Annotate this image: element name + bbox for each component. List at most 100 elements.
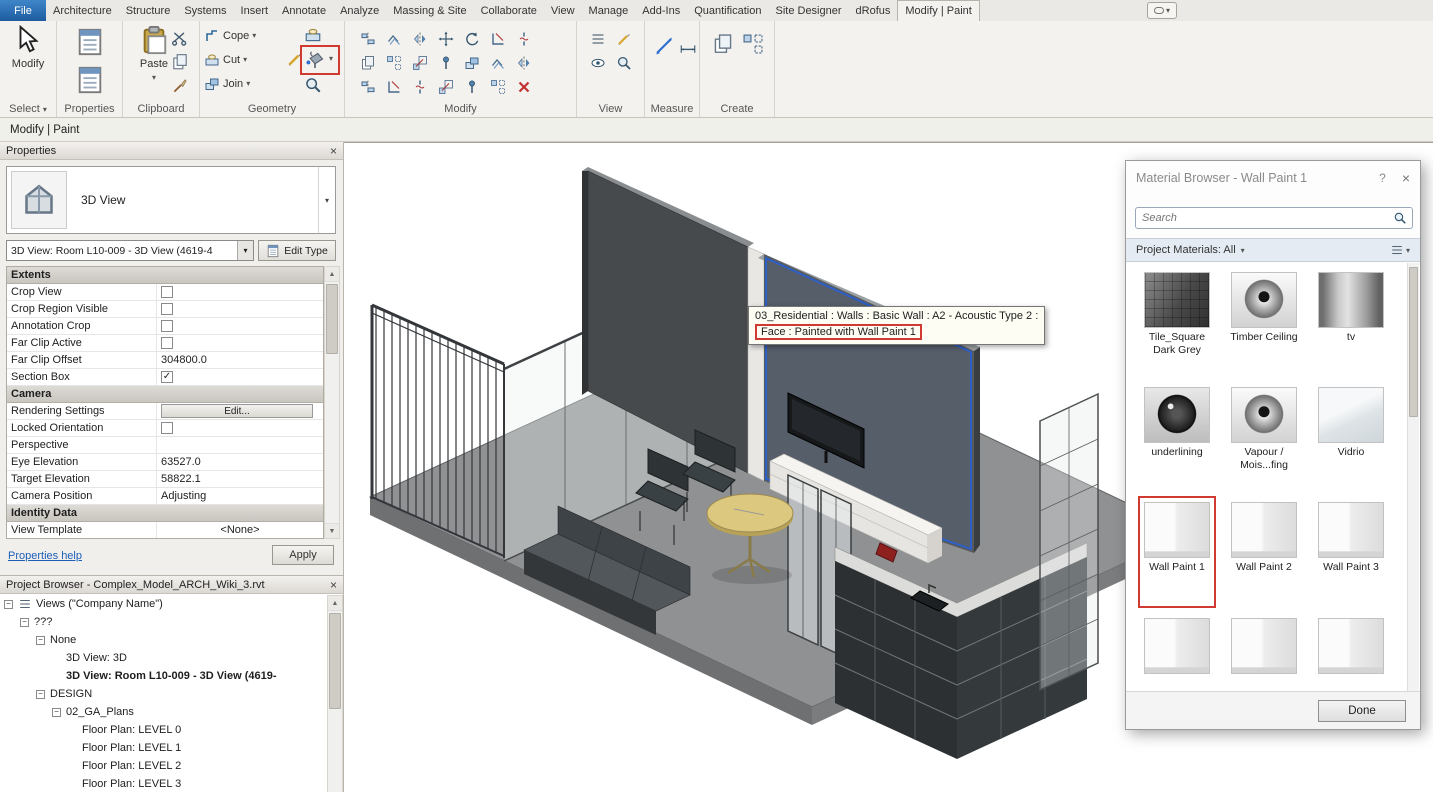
eye-elevation-value[interactable]: 63527.0 — [157, 454, 323, 470]
material-item[interactable] — [1229, 618, 1299, 677]
target-elevation-value[interactable]: 58822.1 — [157, 471, 323, 487]
align-icon[interactable] — [360, 31, 376, 47]
cut-geometry-button[interactable]: Cut ▾ — [204, 50, 247, 69]
close-icon[interactable]: × — [1402, 170, 1410, 186]
far-clip-offset-value[interactable]: 304800.0 — [157, 352, 323, 368]
material-item[interactable]: Timber Ceiling — [1229, 272, 1299, 344]
scrollbar-thumb[interactable] — [326, 284, 338, 354]
scroll-up-icon[interactable]: ▲ — [328, 596, 342, 611]
panel-label-create[interactable]: Create — [700, 103, 774, 115]
copy-tool-icon[interactable] — [360, 55, 376, 71]
search-input[interactable] — [1142, 212, 1393, 224]
collapse-icon[interactable]: − — [36, 690, 45, 699]
annotation-crop-checkbox[interactable] — [161, 320, 173, 332]
panel-label-geometry[interactable]: Geometry — [200, 103, 344, 115]
tab-analyze[interactable]: Analyze — [333, 0, 386, 21]
section-box-checkbox[interactable]: ✓ — [161, 371, 173, 383]
material-item[interactable]: Tile_Square Dark Grey — [1142, 272, 1212, 357]
tab-modify-paint[interactable]: Modify | Paint — [897, 0, 979, 21]
scroll-down-icon[interactable]: ▼ — [325, 523, 339, 538]
split-icon[interactable] — [516, 31, 532, 47]
linework-icon[interactable] — [590, 31, 606, 47]
properties-palette-button[interactable] — [75, 27, 105, 60]
far-clip-active-checkbox[interactable] — [161, 337, 173, 349]
array-icon[interactable] — [386, 55, 402, 71]
tree-item-3d-view[interactable]: 3D View: 3D — [0, 649, 327, 667]
material-item[interactable]: underlining — [1142, 387, 1212, 459]
move-icon[interactable] — [438, 31, 454, 47]
offset-icon[interactable] — [386, 31, 402, 47]
mirror-axis-icon[interactable] — [516, 55, 532, 71]
collapse-icon[interactable]: − — [52, 708, 61, 717]
join-icon[interactable] — [464, 55, 480, 71]
panel-label-measure[interactable]: Measure — [645, 103, 699, 115]
tree-item-views[interactable]: −Views ("Company Name") — [0, 595, 327, 613]
modify-button[interactable]: Modify — [0, 25, 56, 70]
panel-label-properties[interactable]: Properties — [57, 103, 122, 115]
material-filter-bar[interactable]: Project Materials: All ▾ ▾ — [1126, 238, 1420, 262]
material-item[interactable]: Wall Paint 2 — [1229, 502, 1299, 574]
browser-scrollbar[interactable]: ▲ — [327, 595, 343, 792]
rendering-settings-edit-button[interactable]: Edit... — [161, 404, 313, 418]
properties-title-bar[interactable]: Properties × — [0, 142, 343, 160]
view-options-button[interactable]: ▾ — [1390, 243, 1410, 257]
tab-quantification[interactable]: Quantification — [687, 0, 768, 21]
delete-icon[interactable] — [516, 79, 532, 95]
pin-icon[interactable] — [438, 55, 454, 71]
rotate-icon[interactable] — [464, 31, 480, 47]
material-item[interactable] — [1142, 618, 1212, 677]
tree-item-floor-plan[interactable]: Floor Plan: LEVEL 0 — [0, 721, 327, 739]
properties-scrollbar[interactable]: ▲ ▼ — [324, 266, 340, 539]
perspective-value[interactable] — [157, 437, 323, 453]
zoom-tool-button[interactable] — [304, 76, 322, 97]
split2-icon[interactable] — [412, 79, 428, 95]
chevron-down-icon[interactable]: ▾ — [237, 241, 253, 260]
scroll-up-icon[interactable]: ▲ — [325, 267, 339, 282]
visibility-eye-icon[interactable] — [590, 55, 606, 71]
tab-manage[interactable]: Manage — [582, 0, 636, 21]
match-type-button[interactable] — [171, 77, 189, 98]
ribbon-options-toggle[interactable]: ▾ — [1147, 2, 1177, 19]
material-item[interactable]: Wall Paint 3 — [1316, 502, 1386, 574]
magnifier2-icon[interactable] — [616, 55, 632, 71]
cut-to-clipboard-button[interactable] — [171, 29, 189, 50]
view-selector-combo[interactable]: 3D View: Room L10-009 - 3D View (4619-4 … — [6, 240, 254, 261]
tab-structure[interactable]: Structure — [119, 0, 178, 21]
group-identity-data[interactable]: Identity Data — [7, 505, 323, 522]
material-item[interactable] — [1316, 618, 1386, 677]
material-search-box[interactable] — [1135, 207, 1413, 229]
join-geometry-button[interactable]: Join ▾ — [204, 74, 250, 93]
crop-view-checkbox[interactable] — [161, 286, 173, 298]
array2-icon[interactable] — [490, 79, 506, 95]
group-extents[interactable]: Extents — [7, 267, 323, 284]
cope-button[interactable]: Cope ▾ — [204, 26, 256, 45]
mirror-icon[interactable] — [412, 31, 428, 47]
trim2-icon[interactable] — [386, 79, 402, 95]
tab-systems[interactable]: Systems — [177, 0, 233, 21]
tab-architecture[interactable]: Architecture — [46, 0, 119, 21]
material-item[interactable]: Vapour / Mois...fing — [1229, 387, 1299, 472]
edit-type-button[interactable]: Edit Type — [258, 240, 336, 261]
align2-icon[interactable] — [360, 79, 376, 95]
locked-orientation-checkbox[interactable] — [161, 422, 173, 434]
tree-item-ga-plans[interactable]: −02_GA_Plans — [0, 703, 327, 721]
tree-item-floor-plan[interactable]: Floor Plan: LEVEL 2 — [0, 757, 327, 775]
offset2-icon[interactable] — [490, 55, 506, 71]
group-camera[interactable]: Camera — [7, 386, 323, 403]
done-button[interactable]: Done — [1318, 700, 1406, 722]
scale-icon[interactable] — [412, 55, 428, 71]
type-selector[interactable]: 3D View ▾ — [6, 166, 336, 234]
dialog-title-bar[interactable]: Material Browser - Wall Paint 1 ? × — [1126, 161, 1420, 195]
tree-item[interactable]: −??? — [0, 613, 327, 631]
file-tab[interactable]: File — [0, 0, 46, 21]
chevron-down-icon[interactable]: ▾ — [318, 167, 335, 233]
tab-drofus[interactable]: dRofus — [849, 0, 898, 21]
crop-region-visible-checkbox[interactable] — [161, 303, 173, 315]
material-scrollbar[interactable] — [1407, 263, 1419, 697]
scrollbar-thumb[interactable] — [1409, 267, 1418, 417]
collapse-icon[interactable]: − — [20, 618, 29, 627]
material-item[interactable]: tv — [1316, 272, 1386, 344]
tab-site-designer[interactable]: Site Designer — [768, 0, 848, 21]
trim-icon[interactable] — [490, 31, 506, 47]
apply-button[interactable]: Apply — [272, 545, 334, 565]
